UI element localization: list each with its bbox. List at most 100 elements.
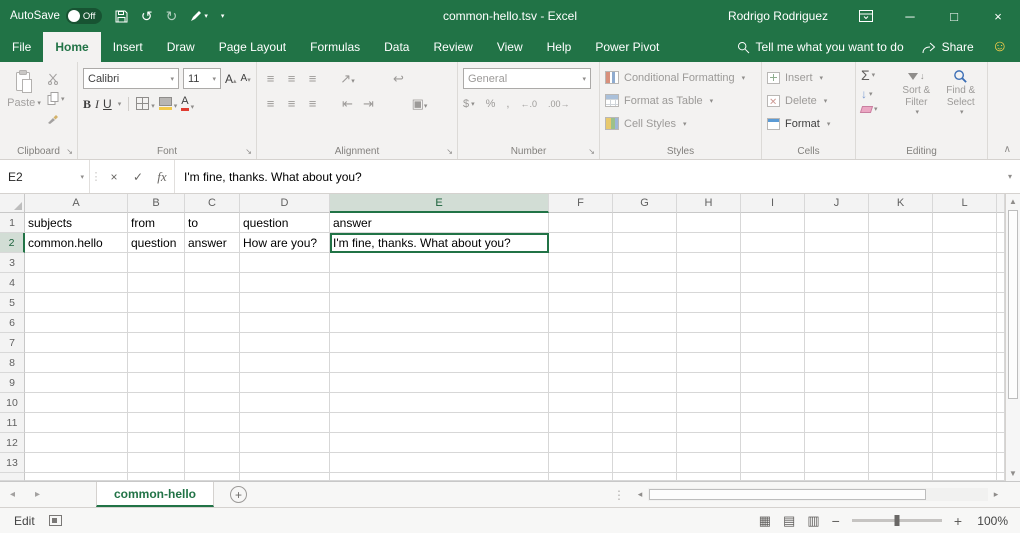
cell-I10[interactable] <box>741 393 805 413</box>
alignment-dialog-launcher[interactable]: ↘ <box>446 147 453 156</box>
format-painter-icon[interactable] <box>47 112 65 124</box>
cell-D10[interactable] <box>240 393 330 413</box>
hscroll-thumb[interactable] <box>649 489 926 500</box>
bold-button[interactable]: B <box>83 98 91 110</box>
cell-F1[interactable] <box>549 213 613 233</box>
cell-D9[interactable] <box>240 373 330 393</box>
increase-decimal-icon[interactable]: ←.0 <box>520 99 537 109</box>
minimize-button[interactable]: ─ <box>888 0 932 32</box>
number-format-select[interactable]: General▾ <box>463 68 591 89</box>
cell-B6[interactable] <box>128 313 185 333</box>
cell-E9[interactable] <box>330 373 549 393</box>
cell-H7[interactable] <box>677 333 741 353</box>
ribbon-tab-power-pivot[interactable]: Power Pivot <box>583 32 671 62</box>
cell-G12[interactable] <box>613 433 677 453</box>
cell-F13[interactable] <box>549 453 613 473</box>
share-button[interactable]: Share <box>922 40 974 54</box>
cell-E4[interactable] <box>330 273 549 293</box>
cell-A12[interactable] <box>25 433 128 453</box>
cell-K2[interactable] <box>869 233 933 253</box>
ribbon-tab-draw[interactable]: Draw <box>155 32 207 62</box>
redo-icon[interactable]: ↻ <box>166 9 178 23</box>
cell-H13[interactable] <box>677 453 741 473</box>
cell-H3[interactable] <box>677 253 741 273</box>
cell-styles-button[interactable]: Cell Styles▾ <box>605 114 756 133</box>
cell-J12[interactable] <box>805 433 869 453</box>
cell-D7[interactable] <box>240 333 330 353</box>
select-all-corner[interactable] <box>0 194 25 213</box>
row-header-13[interactable]: 13 <box>0 453 25 473</box>
cell-B4[interactable] <box>128 273 185 293</box>
cell-L7[interactable] <box>933 333 997 353</box>
zoom-slider-thumb[interactable] <box>894 515 899 526</box>
cell-E8[interactable] <box>330 353 549 373</box>
cell-F4[interactable] <box>549 273 613 293</box>
row-header-8[interactable]: 8 <box>0 353 25 373</box>
undo-icon[interactable]: ↺ <box>141 9 153 23</box>
cell-K12[interactable] <box>869 433 933 453</box>
autosum-button[interactable]: Σ▾ <box>861 68 893 82</box>
cell-F9[interactable] <box>549 373 613 393</box>
cell-L12[interactable] <box>933 433 997 453</box>
cell-G11[interactable] <box>613 413 677 433</box>
cell-E13[interactable] <box>330 453 549 473</box>
cell-C6[interactable] <box>185 313 240 333</box>
close-button[interactable]: × <box>976 0 1020 32</box>
cell-J7[interactable] <box>805 333 869 353</box>
cell-E2[interactable]: I'm fine, thanks. What about you? <box>330 233 549 253</box>
ribbon-tab-home[interactable]: Home <box>43 32 100 62</box>
font-size-select[interactable]: 11▾ <box>183 68 221 89</box>
cell-A5[interactable] <box>25 293 128 313</box>
copy-icon[interactable]: ▾ <box>47 92 65 105</box>
cell-G4[interactable] <box>613 273 677 293</box>
hscroll-left-icon[interactable]: ◂ <box>632 489 648 500</box>
cell-C13[interactable] <box>185 453 240 473</box>
cell-G3[interactable] <box>613 253 677 273</box>
cell-I11[interactable] <box>741 413 805 433</box>
cell-B12[interactable] <box>128 433 185 453</box>
wrap-text-icon[interactable]: ↩ <box>390 72 407 85</box>
italic-button[interactable]: I <box>95 98 99 110</box>
cell-J4[interactable] <box>805 273 869 293</box>
cell-H9[interactable] <box>677 373 741 393</box>
borders-icon[interactable]: ▾ <box>136 97 155 110</box>
paste-button[interactable]: Paste▾ <box>5 66 43 143</box>
cell-K4[interactable] <box>869 273 933 293</box>
cell-B8[interactable] <box>128 353 185 373</box>
cell-E10[interactable] <box>330 393 549 413</box>
cell-I7[interactable] <box>741 333 805 353</box>
underline-dropdown-icon[interactable]: ▾ <box>118 100 122 108</box>
row-header-6[interactable]: 6 <box>0 313 25 333</box>
cell-F11[interactable] <box>549 413 613 433</box>
cell-E7[interactable] <box>330 333 549 353</box>
cell-D3[interactable] <box>240 253 330 273</box>
column-header-F[interactable]: F <box>549 194 613 213</box>
zoom-slider[interactable] <box>852 519 942 522</box>
cell-A7[interactable] <box>25 333 128 353</box>
collapse-ribbon-icon[interactable]: ∧ <box>1004 144 1011 155</box>
cell-B11[interactable] <box>128 413 185 433</box>
column-header-L[interactable]: L <box>933 194 997 213</box>
cell-B10[interactable] <box>128 393 185 413</box>
cell-J8[interactable] <box>805 353 869 373</box>
row-header-3[interactable]: 3 <box>0 253 25 273</box>
cell-L10[interactable] <box>933 393 997 413</box>
vscroll-thumb[interactable] <box>1008 210 1018 399</box>
cell-C12[interactable] <box>185 433 240 453</box>
touch-mouse-mode-icon[interactable]: ▾ <box>190 10 208 22</box>
cell-D5[interactable] <box>240 293 330 313</box>
cell-F6[interactable] <box>549 313 613 333</box>
cell-B9[interactable] <box>128 373 185 393</box>
cell-I1[interactable] <box>741 213 805 233</box>
sort-filter-button[interactable]: ↓ Sort & Filter▾ <box>895 66 937 143</box>
cell-K9[interactable] <box>869 373 933 393</box>
cell-D8[interactable] <box>240 353 330 373</box>
cell-A1[interactable]: subjects <box>25 213 128 233</box>
cell-B7[interactable] <box>128 333 185 353</box>
cell-F10[interactable] <box>549 393 613 413</box>
cell-C4[interactable] <box>185 273 240 293</box>
feedback-smiley-icon[interactable]: ☺ <box>992 38 1008 56</box>
save-icon[interactable] <box>115 10 128 23</box>
cell-E5[interactable] <box>330 293 549 313</box>
cell-H12[interactable] <box>677 433 741 453</box>
